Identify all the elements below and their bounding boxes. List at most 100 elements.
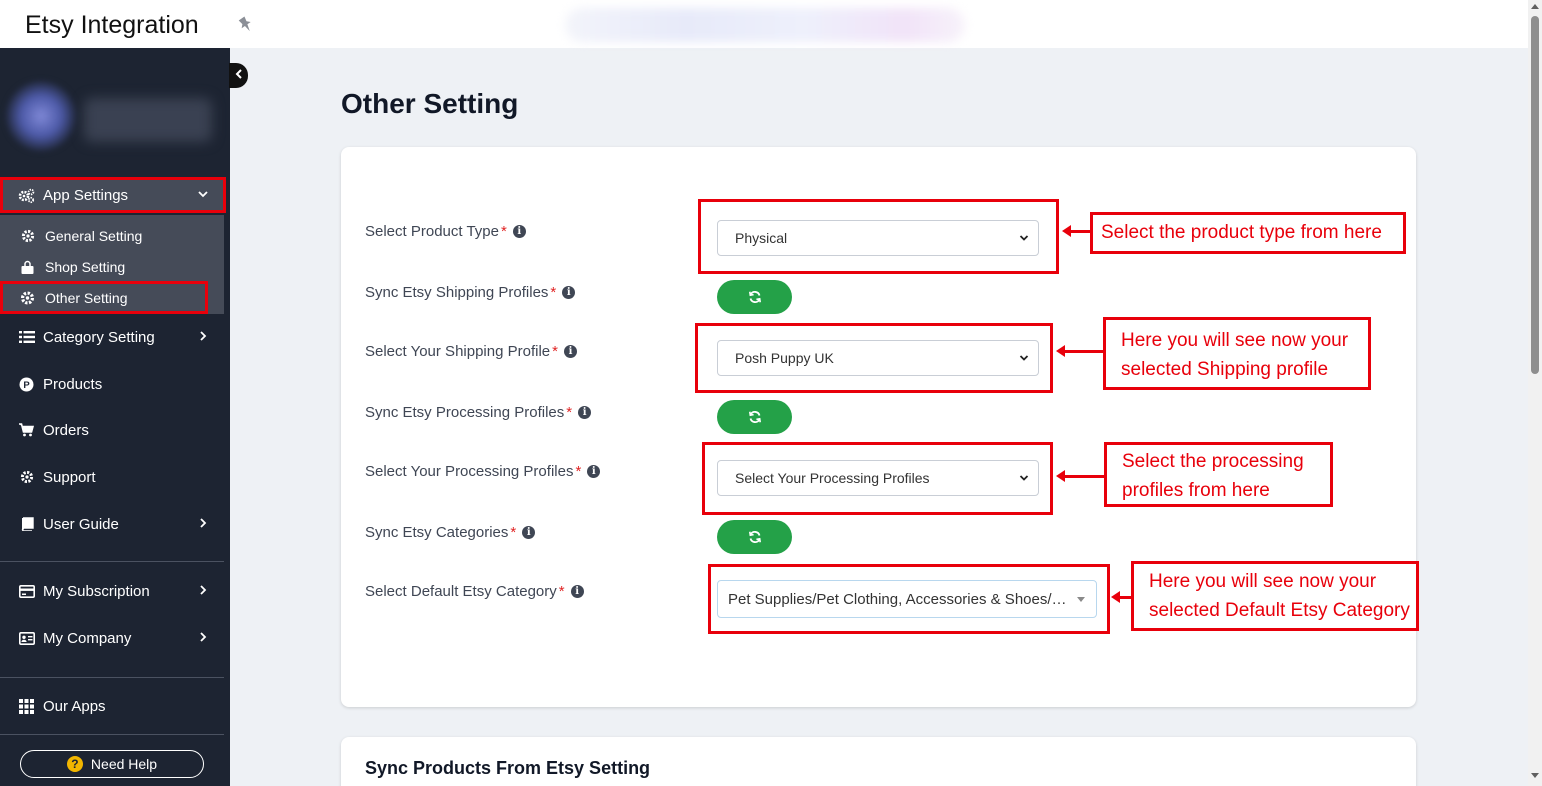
sidebar-subitem-label: Shop Setting [45,259,126,275]
highlight-app-settings [0,177,226,213]
refresh-icon [748,291,761,303]
annotation-arrow [1056,345,1104,357]
need-help-label: Need Help [90,756,158,772]
label-text: Sync Etsy Processing Profiles [365,404,565,421]
chevron-right-icon [200,518,207,528]
callout-text: Select the processing [1122,451,1304,472]
card-icon [18,583,35,600]
callout-text: Select the product type from here [1101,222,1382,243]
highlight-shipping-profile [695,323,1053,393]
required-mark: * [575,463,582,480]
callout-shipping-profile: Here you will see now your selected Ship… [1103,317,1371,390]
info-icon[interactable]: i [512,225,526,238]
scroll-down-arrow[interactable] [1531,773,1539,778]
required-mark: * [510,524,517,541]
sidebar-item-our-apps[interactable]: Our Apps [0,688,224,724]
sidebar-subitem-label: General Setting [45,228,143,244]
sidebar-subitem-shop-setting[interactable]: Shop Setting [0,252,224,282]
sidebar-item-label: My Company [43,629,132,647]
sidebar-item-category-setting[interactable]: Category Setting [0,319,224,355]
question-icon: ? [66,756,83,772]
sidebar-item-orders[interactable]: Orders [0,412,224,448]
label-text: Sync Etsy Shipping Profiles [365,284,549,301]
annotation-arrow [1056,470,1105,482]
sidebar-item-label: User Guide [43,515,119,533]
refresh-icon [748,411,761,423]
callout-text: Here you will see now your [1149,571,1377,592]
sidebar-subitem-general-setting[interactable]: General Setting [0,221,224,251]
sync-categories-label: Sync Etsy Categories * i [365,524,536,541]
gear-icon [18,469,35,486]
annotation-arrow [1062,225,1090,237]
scroll-up-arrow[interactable] [1531,4,1539,9]
sidebar-divider [0,734,224,735]
processing-profiles-label: Select Your Processing Profiles * i [365,463,601,480]
label-text: Select Your Processing Profiles [365,463,574,480]
avatar [6,81,76,151]
callout-product-type: Select the product type from here [1090,212,1406,254]
sidebar-item-my-company[interactable]: My Company [0,620,224,656]
sidebar-divider [0,677,224,678]
required-mark: * [558,583,565,600]
sync-shipping-button[interactable] [717,280,792,314]
svg-text:P: P [23,380,30,391]
label-text: Select Default Etsy Category [365,583,557,600]
info-icon[interactable]: i [562,286,576,299]
callout-processing-profiles: Select the processing profiles from here [1104,442,1333,507]
info-icon[interactable]: i [578,406,592,419]
callout-text: Here you will see now your [1121,330,1349,351]
required-mark: * [552,343,558,360]
sidebar-item-label: My Subscription [43,582,150,600]
blurred-banner [565,8,965,42]
gear-icon [20,229,35,244]
top-bar: Etsy Integration [0,0,1528,48]
need-help-button[interactable]: ? Need Help [20,750,204,778]
page-scrollbar[interactable] [1528,0,1542,786]
info-icon[interactable]: i [563,345,577,358]
sidebar-item-my-subscription[interactable]: My Subscription [0,573,224,609]
sync-categories-button[interactable] [717,520,792,554]
product-type-label: Select Product Type * i [365,223,526,240]
p-circle-icon: P [18,376,35,393]
sidebar-item-label: Products [43,375,103,393]
sidebar-item-support[interactable]: Support [0,459,224,495]
chevron-right-icon [200,331,207,341]
sync-shipping-label: Sync Etsy Shipping Profiles * i [365,284,576,301]
sync-processing-label: Sync Etsy Processing Profiles * i [365,404,592,421]
list-icon [18,329,35,346]
pin-icon[interactable] [236,14,256,34]
bag-icon [20,260,35,275]
info-icon[interactable]: i [522,526,536,539]
shipping-profile-label: Select Your Shipping Profile * i [365,343,577,360]
section-title: Sync Products From Etsy Setting [365,758,651,778]
cart-icon [18,422,35,439]
grid-icon [18,698,35,715]
profile-name-blurred [84,98,212,142]
refresh-icon [748,531,761,543]
sync-processing-button[interactable] [717,400,792,434]
sidebar-item-label: Our Apps [43,697,106,715]
label-text: Select Product Type [365,223,499,240]
sidebar-item-products[interactable]: P Products [0,366,224,402]
callout-text: selected Shipping profile [1121,359,1329,380]
sidebar-item-user-guide[interactable]: User Guide [0,506,224,542]
info-icon[interactable]: i [587,465,601,478]
sidebar-divider [0,561,224,562]
chevron-right-icon [200,632,207,642]
highlight-other-setting [0,281,208,314]
default-category-label: Select Default Etsy Category * i [365,583,584,600]
sidebar-collapse-button[interactable] [229,63,248,88]
sidebar-item-label: Orders [43,421,89,439]
profile-block [6,76,220,172]
id-card-icon [18,630,35,647]
info-icon[interactable]: i [570,585,584,598]
callout-text: selected Default Etsy Category [1149,600,1410,621]
required-mark: * [566,404,573,421]
callout-default-category: Here you will see now your selected Defa… [1131,561,1419,631]
app-title: Etsy Integration [25,11,199,39]
label-text: Sync Etsy Categories [365,524,509,541]
scroll-thumb[interactable] [1531,16,1539,374]
label-text: Select Your Shipping Profile [365,343,551,360]
annotation-arrow [1111,591,1131,603]
highlight-product-type [698,199,1059,274]
